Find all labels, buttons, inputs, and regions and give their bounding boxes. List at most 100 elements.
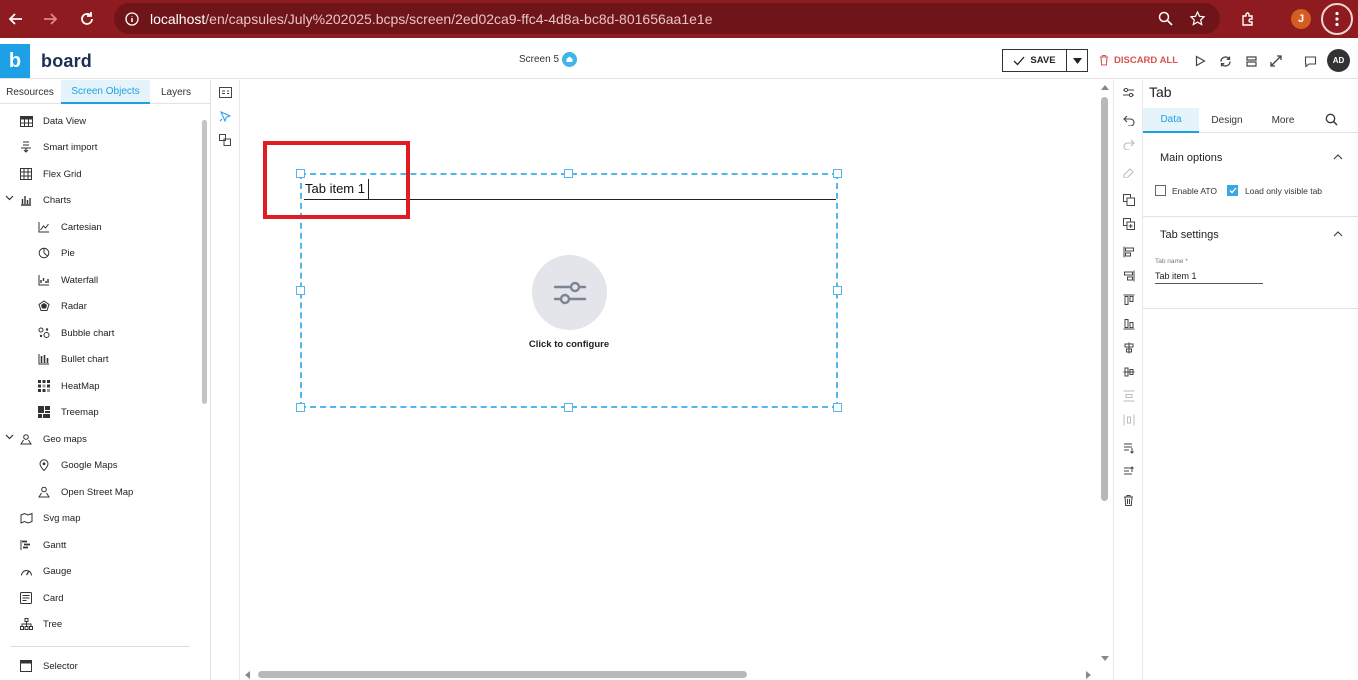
play-icon (1195, 55, 1206, 67)
left-panel-scrollbar[interactable] (202, 120, 207, 404)
list-item-selector[interactable]: Selector (19, 656, 78, 676)
line-chart-icon (37, 220, 51, 234)
canvas-horizontal-scrollbar[interactable] (241, 668, 1098, 680)
tab-resources[interactable]: Resources (0, 80, 60, 104)
zoom-icon[interactable] (1150, 3, 1181, 34)
fullscreen-button[interactable] (1267, 52, 1285, 70)
scroll-down-arrow-icon[interactable] (1101, 656, 1109, 661)
profile-avatar[interactable]: J (1291, 9, 1311, 29)
align-top-button[interactable] (1121, 292, 1136, 307)
refresh-button[interactable] (1216, 52, 1234, 70)
list-item-gantt[interactable]: Gantt (19, 535, 66, 555)
list-item-open-street-map[interactable]: Open Street Map (37, 482, 133, 502)
resize-handle-right[interactable] (833, 286, 842, 295)
resize-handle-bottom[interactable] (564, 403, 573, 412)
chevron-down-icon[interactable] (5, 195, 14, 201)
resize-handle-top[interactable] (564, 169, 573, 178)
chevron-down-icon[interactable] (5, 434, 14, 440)
list-item-google-maps[interactable]: Google Maps (37, 455, 118, 475)
address-bar[interactable]: localhost/en/capsules/July%202025.bcps/s… (114, 3, 1220, 34)
align-center-horizontal-button[interactable] (1121, 340, 1136, 355)
align-center-vertical-button[interactable] (1121, 364, 1136, 379)
align-left-button[interactable] (1121, 244, 1136, 259)
search-icon[interactable] (1325, 113, 1338, 126)
configure-button[interactable] (532, 255, 607, 330)
resize-handle-bottom-right[interactable] (833, 403, 842, 412)
discard-all-button[interactable]: DISCARD ALL (1099, 54, 1178, 66)
horizontal-scroll-thumb[interactable] (258, 671, 747, 678)
list-item-radar[interactable]: Radar (37, 296, 87, 316)
resize-handle-top-right[interactable] (833, 169, 842, 178)
save-button[interactable]: SAVE (1003, 50, 1067, 71)
list-item-waterfall[interactable]: Waterfall (37, 270, 98, 290)
resize-handle-left[interactable] (296, 286, 305, 295)
list-item-data-view[interactable]: Data View (19, 111, 86, 131)
enable-ato-checkbox[interactable] (1155, 185, 1166, 196)
layout-button[interactable] (1242, 52, 1260, 70)
extensions-button[interactable] (1234, 5, 1262, 33)
list-item-cartesian[interactable]: Cartesian (37, 217, 102, 237)
scroll-left-arrow-icon[interactable] (245, 671, 250, 679)
site-info-icon[interactable] (116, 3, 147, 34)
browser-menu-button[interactable] (1321, 3, 1353, 35)
tab-more[interactable]: More (1255, 108, 1311, 133)
list-item-flex-grid[interactable]: Flex Grid (19, 164, 82, 184)
list-item-geo-maps[interactable]: Geo maps (5, 429, 87, 449)
divider (10, 646, 190, 647)
tab-screen-objects[interactable]: Screen Objects (61, 80, 150, 104)
play-button[interactable] (1191, 52, 1209, 70)
select-tool-button[interactable] (218, 109, 232, 123)
scroll-right-arrow-icon[interactable] (1086, 671, 1091, 679)
list-item-charts[interactable]: Charts (5, 190, 71, 210)
list-item-treemap[interactable]: Treemap (37, 402, 99, 422)
bring-forward-button[interactable] (1121, 440, 1136, 455)
user-avatar[interactable]: AD (1327, 49, 1350, 72)
distribute-horizontal-button[interactable] (1121, 412, 1136, 427)
arrange-tool-button[interactable] (218, 133, 232, 147)
list-item-svg-map[interactable]: Svg map (19, 508, 81, 528)
align-bottom-button[interactable] (1121, 316, 1136, 331)
trash-icon (1100, 54, 1108, 66)
align-right-button[interactable] (1121, 268, 1136, 283)
redo-button[interactable] (1121, 136, 1136, 151)
list-item-tree[interactable]: Tree (19, 614, 62, 634)
vertical-scroll-thumb[interactable] (1101, 97, 1108, 501)
duplicate-button[interactable] (1121, 216, 1136, 231)
list-item-bullet-chart[interactable]: Bullet chart (37, 349, 109, 369)
distribute-vertical-button[interactable] (1121, 388, 1136, 403)
comments-button[interactable] (1301, 52, 1319, 70)
list-item-bubble-chart[interactable]: Bubble chart (37, 323, 114, 343)
delete-object-button[interactable] (1121, 492, 1136, 507)
screen-info-badge[interactable] (562, 52, 577, 67)
radar-icon (37, 299, 51, 313)
resize-handle-bottom-left[interactable] (296, 403, 305, 412)
copy-button[interactable] (1121, 192, 1136, 207)
chevron-up-icon[interactable] (1333, 231, 1343, 237)
list-item-heatmap[interactable]: HeatMap (37, 376, 100, 396)
list-item-pie[interactable]: Pie (37, 243, 75, 263)
chevron-up-icon[interactable] (1333, 154, 1343, 160)
scroll-up-arrow-icon[interactable] (1101, 85, 1109, 90)
tab-data[interactable]: Data (1143, 108, 1199, 133)
tab-layers[interactable]: Layers (151, 80, 201, 104)
list-item-gauge[interactable]: Gauge (19, 561, 72, 581)
load-visible-tab-checkbox[interactable] (1227, 185, 1238, 196)
canvas-vertical-scrollbar[interactable] (1098, 80, 1112, 670)
undo-button[interactable] (1121, 112, 1136, 127)
tab-name-input[interactable] (1155, 268, 1263, 284)
list-item-label: Pie (61, 247, 75, 259)
list-item-smart-import[interactable]: Smart import (19, 137, 97, 157)
screen-settings-button[interactable] (218, 85, 232, 99)
send-backward-button[interactable] (1121, 464, 1136, 479)
design-canvas[interactable]: Tab item 1 Click to configure (241, 80, 1098, 670)
properties-toggle-button[interactable] (1121, 85, 1136, 100)
format-painter-button[interactable] (1121, 164, 1136, 179)
bookmark-star-icon[interactable] (1182, 3, 1213, 34)
reload-button[interactable] (73, 5, 101, 33)
tab-design[interactable]: Design (1199, 108, 1255, 133)
back-button[interactable] (2, 5, 30, 33)
tree-icon (19, 617, 33, 631)
save-options-dropdown[interactable] (1067, 50, 1087, 71)
list-item-card[interactable]: Card (19, 588, 64, 608)
forward-button[interactable] (36, 5, 64, 33)
